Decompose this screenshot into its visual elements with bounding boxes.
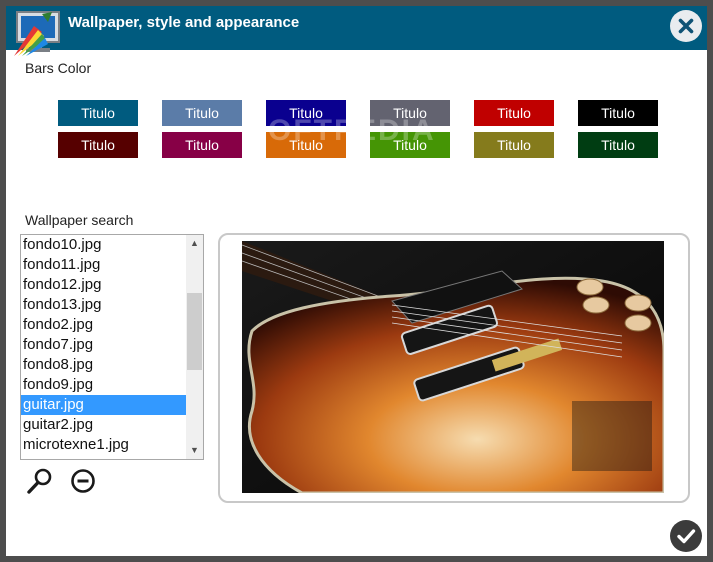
color-swatch-steel-blue[interactable]: Titulo — [58, 100, 138, 126]
list-item[interactable]: fondo2.jpg — [21, 315, 186, 335]
window-title: Wallpaper, style and appearance — [68, 14, 300, 31]
appearance-window: Wallpaper, style and appearance Bars Col… — [0, 0, 713, 562]
appearance-monitor-icon — [14, 11, 60, 56]
list-item[interactable]: fondo13.jpg — [21, 295, 186, 315]
color-swatch-olive[interactable]: Titulo — [474, 132, 554, 158]
scroll-thumb[interactable] — [187, 293, 202, 370]
list-item[interactable]: microtexne1.jpg — [21, 435, 186, 455]
softpedia-watermark: SOFTPEDIA — [246, 114, 436, 147]
list-item[interactable]: fondo9.jpg — [21, 375, 186, 395]
list-scrollbar[interactable]: ▲ ▼ — [186, 235, 203, 459]
magnifier-icon[interactable] — [25, 466, 55, 496]
list-item[interactable]: fondo12.jpg — [21, 275, 186, 295]
color-swatch-slate-blue[interactable]: Titulo — [162, 100, 242, 126]
list-item[interactable]: fondo8.jpg — [21, 355, 186, 375]
list-item[interactable]: fondo7.jpg — [21, 335, 186, 355]
wallpaper-list-items: fondo10.jpg fondo11.jpg fondo12.jpg fond… — [21, 235, 186, 455]
wallpaper-search-label: Wallpaper search — [25, 212, 134, 228]
color-swatch-red[interactable]: Titulo — [474, 100, 554, 126]
color-swatch-black[interactable]: Titulo — [578, 100, 658, 126]
list-item[interactable]: guitar2.jpg — [21, 415, 186, 435]
color-swatch-maroon[interactable]: Titulo — [58, 132, 138, 158]
confirm-button[interactable] — [670, 520, 702, 552]
color-swatch-magenta[interactable]: Titulo — [162, 132, 242, 158]
list-item-selected[interactable]: guitar.jpg — [21, 395, 186, 415]
scroll-down-arrow[interactable]: ▼ — [186, 442, 203, 459]
minus-circle-icon[interactable] — [68, 466, 98, 496]
wallpaper-preview-image — [242, 241, 664, 493]
close-button[interactable] — [670, 10, 702, 42]
color-swatch-dark-green[interactable]: Titulo — [578, 132, 658, 158]
bars-color-label: Bars Color — [25, 60, 92, 76]
close-icon — [678, 18, 694, 34]
scroll-up-arrow[interactable]: ▲ — [186, 235, 203, 252]
title-bar: Wallpaper, style and appearance — [6, 6, 707, 56]
list-item[interactable]: fondo10.jpg — [21, 235, 186, 255]
list-item[interactable]: fondo11.jpg — [21, 255, 186, 275]
checkmark-icon — [677, 529, 696, 544]
wallpaper-file-list[interactable]: fondo10.jpg fondo11.jpg fondo12.jpg fond… — [20, 234, 204, 460]
